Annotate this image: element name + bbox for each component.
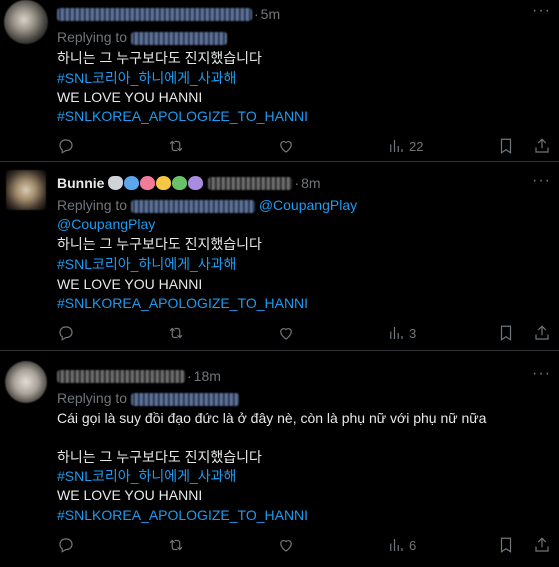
reply-icon <box>59 326 73 341</box>
retweet-icon <box>169 327 183 339</box>
tweet-header: Bunnie · 8m <box>57 175 321 191</box>
tweet-text-line: WE LOVE YOU HANNI <box>57 487 203 503</box>
share-icon <box>535 325 549 340</box>
hashtag[interactable]: #SNLKOREA_APOLOGIZE_TO_HANNI <box>57 106 308 126</box>
hashtag[interactable]: #SNL코리아_하니에게_사과해 <box>57 254 236 274</box>
purple-heart-icon <box>188 176 204 190</box>
share-button[interactable] <box>533 324 551 342</box>
timestamp[interactable]: 8m <box>301 175 320 191</box>
share-icon <box>535 138 549 153</box>
like-icon <box>280 141 292 153</box>
bookmark-icon <box>500 138 512 154</box>
retweet-button[interactable] <box>167 536 185 554</box>
reply-button[interactable] <box>57 324 75 342</box>
avatar[interactable] <box>4 0 48 44</box>
blurred-username <box>57 7 252 21</box>
bookmark-icon <box>500 537 512 553</box>
views-icon <box>390 539 403 551</box>
blurred-mention[interactable] <box>130 31 227 45</box>
tweet-2[interactable]: Bunnie · 8m ··· Replying to @CoupangPlay… <box>0 162 559 351</box>
views-icon <box>390 140 403 152</box>
share-button[interactable] <box>533 137 551 155</box>
tweet-text-line: Cái gọi là suy đồi đạo đức là ở đây nè, … <box>57 410 487 426</box>
blue-heart-icon <box>124 176 140 190</box>
display-name[interactable]: Bunnie <box>57 175 104 191</box>
yellow-heart-icon <box>156 176 172 190</box>
tweet-header: · 5m <box>57 4 280 24</box>
bookmark-button[interactable] <box>497 137 515 155</box>
tweet-1[interactable]: · 5m ··· Replying to 하니는 그 누구보다도 진지했습니다 … <box>0 0 559 162</box>
like-button[interactable] <box>277 536 295 554</box>
retweet-button[interactable] <box>167 324 185 342</box>
reply-icon <box>59 139 73 154</box>
green-heart-icon <box>172 176 188 190</box>
mention-coupangplay[interactable]: @CoupangPlay <box>259 197 357 213</box>
blurred-mention[interactable] <box>130 199 255 213</box>
rabbit-emoji-icon <box>108 176 124 190</box>
mention-coupangplay[interactable]: @CoupangPlay <box>57 214 155 234</box>
tweet-text-line: WE LOVE YOU HANNI <box>57 89 203 105</box>
more-icon[interactable]: ··· <box>532 172 551 190</box>
views-button[interactable]: 6 <box>387 536 416 554</box>
timestamp[interactable]: 5m <box>261 6 280 22</box>
views-count: 3 <box>409 325 417 341</box>
tweet-3[interactable]: · 18m ··· Replying to Cái gọi là suy đồi… <box>0 351 559 567</box>
views-count: 22 <box>409 138 424 154</box>
share-icon <box>535 537 549 552</box>
bookmark-button[interactable] <box>497 324 515 342</box>
replying-to: Replying to @CoupangPlay <box>57 197 358 213</box>
tweet-text-line: 하니는 그 누구보다도 진지했습니다 <box>57 236 262 252</box>
hashtag[interactable]: #SNLKOREA_APOLOGIZE_TO_HANNI <box>57 505 308 525</box>
pink-heart-icon <box>140 176 156 190</box>
views-button[interactable]: 22 <box>387 137 423 155</box>
hashtag[interactable]: #SNL코리아_하니에게_사과해 <box>57 68 236 88</box>
action-bar: 22 <box>57 136 549 156</box>
tweet-header: · 18m <box>57 366 221 386</box>
views-icon <box>390 327 403 339</box>
blurred-username <box>57 369 185 383</box>
bookmark-icon <box>500 325 512 341</box>
hashtag[interactable]: #SNL코리아_하니에게_사과해 <box>57 466 236 486</box>
like-button[interactable] <box>277 324 295 342</box>
more-icon[interactable]: ··· <box>532 2 551 20</box>
views-button[interactable]: 3 <box>387 324 416 342</box>
hashtag[interactable]: #SNLKOREA_APOLOGIZE_TO_HANNI <box>57 293 308 313</box>
more-icon[interactable]: ··· <box>532 365 551 383</box>
tweet-text-line: WE LOVE YOU HANNI <box>57 276 203 292</box>
tweet-text-line: 하니는 그 누구보다도 진지했습니다 <box>57 449 262 465</box>
reply-button[interactable] <box>57 536 75 554</box>
retweet-icon <box>169 539 183 551</box>
timestamp[interactable]: 18m <box>194 368 221 384</box>
retweet-button[interactable] <box>167 137 185 155</box>
avatar[interactable] <box>6 170 46 210</box>
share-button[interactable] <box>533 536 551 554</box>
tweet-text-line: 하니는 그 누구보다도 진지했습니다 <box>57 50 262 66</box>
like-icon <box>280 328 292 340</box>
blurred-handle <box>208 176 293 190</box>
replying-to: Replying to <box>57 27 227 47</box>
retweet-icon <box>169 140 183 152</box>
avatar[interactable] <box>5 361 47 403</box>
replying-to: Replying to <box>57 388 239 408</box>
reply-button[interactable] <box>57 137 75 155</box>
action-bar: 3 <box>57 323 549 343</box>
like-icon <box>280 540 292 552</box>
views-count: 6 <box>409 537 417 553</box>
action-bar: 6 <box>57 535 549 555</box>
like-button[interactable] <box>277 137 295 155</box>
blurred-mention[interactable] <box>130 392 239 406</box>
bookmark-button[interactable] <box>497 536 515 554</box>
reply-icon <box>59 538 73 553</box>
